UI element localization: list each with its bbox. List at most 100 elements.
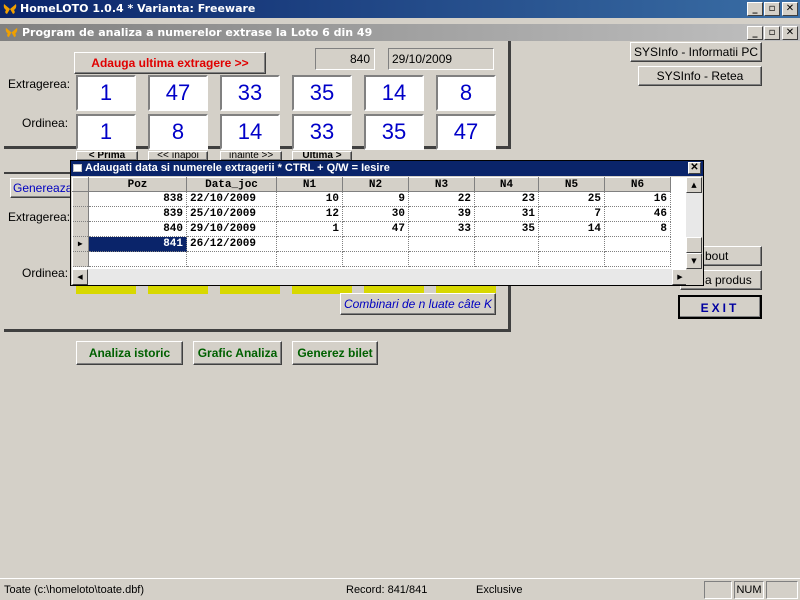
child-title: Program de analiza a numerelor extrase l… — [22, 26, 373, 39]
child-restore-button[interactable]: ▫ — [764, 26, 780, 40]
table-cell[interactable]: 26/12/2009 — [186, 236, 277, 252]
data-entry-window[interactable]: Adaugati data si numerele extragerii * C… — [70, 160, 704, 286]
record-number-field[interactable]: 840 — [315, 48, 375, 70]
column-header[interactable]: Data_joc — [186, 177, 277, 192]
butterfly-icon — [3, 4, 17, 14]
row-selector[interactable] — [72, 206, 89, 222]
status-num: NUM — [734, 581, 764, 599]
scroll-thumb[interactable] — [686, 237, 702, 253]
draw-number-6[interactable]: 8 — [436, 75, 496, 111]
table-cell[interactable] — [408, 236, 475, 252]
grid-icon — [73, 164, 82, 172]
table-cell[interactable]: 1 — [276, 221, 343, 237]
app-titlebar[interactable]: HomeLOTO 1.0.4 * Varianta: Freeware _ ▫ … — [0, 0, 800, 18]
maximize-button[interactable]: ▫ — [764, 2, 780, 16]
order-number-1[interactable]: 1 — [76, 114, 136, 150]
app-title: HomeLOTO 1.0.4 * Varianta: Freeware — [20, 2, 256, 15]
column-header[interactable]: N6 — [604, 177, 671, 192]
scroll-down-button[interactable]: ▼ — [686, 253, 702, 269]
child-close-button[interactable]: ✕ — [782, 26, 798, 40]
draw-number-4[interactable]: 35 — [292, 75, 352, 111]
data-entry-close-button[interactable]: ✕ — [688, 162, 701, 174]
scroll-left-button[interactable]: ◀ — [72, 269, 88, 285]
table-row[interactable]: 839 25/10/2009 12 30 39 31 7 46 — [72, 206, 671, 222]
column-header[interactable]: Poz — [88, 177, 187, 192]
table-cell[interactable] — [342, 236, 409, 252]
draw-number-3[interactable]: 33 — [220, 75, 280, 111]
exit-button[interactable]: EXIT — [678, 295, 762, 319]
draw-number-5[interactable]: 14 — [364, 75, 424, 111]
table-cell[interactable]: 35 — [474, 221, 539, 237]
table-cell[interactable]: 46 — [604, 206, 671, 222]
table-row-empty[interactable] — [72, 251, 671, 267]
table-cell[interactable] — [276, 236, 343, 252]
row-selector[interactable] — [72, 221, 89, 237]
table-cell[interactable]: 23 — [474, 191, 539, 207]
column-header[interactable]: N1 — [276, 177, 343, 192]
table-cell-selected[interactable]: 841 — [88, 236, 187, 252]
table-cell[interactable]: 840 — [88, 221, 187, 237]
analysis-chart-button[interactable]: Grafic Analiza — [193, 341, 282, 365]
generate-ticket-button[interactable]: Generez bilet — [292, 341, 378, 365]
order-number-3[interactable]: 14 — [220, 114, 280, 150]
data-grid[interactable]: Poz Data_joc N1 N2 N3 N4 N5 N6 838 22/10… — [72, 177, 688, 269]
table-cell[interactable] — [604, 236, 671, 252]
table-cell[interactable]: 9 — [342, 191, 409, 207]
combinations-button[interactable]: Combinari de n luate câte K — [340, 293, 496, 315]
column-header[interactable]: N4 — [474, 177, 539, 192]
table-cell[interactable]: 29/10/2009 — [186, 221, 277, 237]
order-number-5[interactable]: 35 — [364, 114, 424, 150]
column-header[interactable]: N2 — [342, 177, 409, 192]
draw-number-2[interactable]: 47 — [148, 75, 208, 111]
table-cell[interactable] — [474, 236, 539, 252]
child-minimize-button[interactable]: _ — [747, 26, 763, 40]
vertical-scrollbar[interactable]: ▲ ▼ — [686, 177, 702, 269]
table-row[interactable]: 840 29/10/2009 1 47 33 35 14 8 — [72, 221, 671, 237]
horizontal-scrollbar[interactable]: ◀ ▶ — [72, 269, 688, 285]
table-cell[interactable]: 22/10/2009 — [186, 191, 277, 207]
add-last-draw-button[interactable]: Adauga ultima extragere >> — [74, 52, 266, 74]
column-header[interactable]: N5 — [538, 177, 605, 192]
butterfly-icon — [5, 27, 18, 38]
data-entry-titlebar[interactable]: Adaugati data si numerele extragerii * C… — [71, 161, 703, 176]
table-row[interactable]: 838 22/10/2009 10 9 22 23 25 16 — [72, 191, 671, 207]
status-mode: Exclusive — [476, 584, 523, 596]
table-cell[interactable]: 31 — [474, 206, 539, 222]
minimize-button[interactable]: _ — [747, 2, 763, 16]
order-number-2[interactable]: 8 — [148, 114, 208, 150]
table-cell[interactable] — [538, 236, 605, 252]
generate-button[interactable]: Genereaza — [10, 178, 72, 198]
order-number-4[interactable]: 33 — [292, 114, 352, 150]
table-cell[interactable]: 7 — [538, 206, 605, 222]
order-number-6[interactable]: 47 — [436, 114, 496, 150]
table-cell[interactable]: 39 — [408, 206, 475, 222]
sysinfo-network-button[interactable]: SYSInfo - Retea — [638, 66, 762, 86]
draw-number-1[interactable]: 1 — [76, 75, 136, 111]
table-cell[interactable]: 47 — [342, 221, 409, 237]
table-cell[interactable]: 16 — [604, 191, 671, 207]
close-button[interactable]: ✕ — [782, 2, 798, 16]
table-cell[interactable]: 22 — [408, 191, 475, 207]
status-scroll — [766, 581, 798, 599]
column-header[interactable]: N3 — [408, 177, 475, 192]
scroll-up-button[interactable]: ▲ — [686, 177, 702, 193]
child-titlebar[interactable]: Program de analiza a numerelor extrase l… — [0, 24, 800, 41]
row-selector[interactable] — [72, 251, 89, 267]
sysinfo-pc-button[interactable]: SYSInfo - Informatii PC — [630, 42, 762, 62]
table-row-active[interactable]: ▶ 841 26/12/2009 — [72, 236, 671, 252]
table-cell[interactable]: 14 — [538, 221, 605, 237]
table-cell[interactable]: 33 — [408, 221, 475, 237]
table-cell[interactable]: 25/10/2009 — [186, 206, 277, 222]
row-selector[interactable] — [72, 191, 89, 207]
table-cell[interactable]: 10 — [276, 191, 343, 207]
table-cell[interactable]: 839 — [88, 206, 187, 222]
table-cell[interactable]: 30 — [342, 206, 409, 222]
history-analysis-button[interactable]: Analiza istoric — [76, 341, 183, 365]
draw-label: Extragerea: — [8, 77, 71, 91]
current-row-indicator[interactable]: ▶ — [72, 236, 89, 252]
table-cell[interactable]: 25 — [538, 191, 605, 207]
table-cell[interactable]: 838 — [88, 191, 187, 207]
table-cell[interactable]: 12 — [276, 206, 343, 222]
record-date-field[interactable]: 29/10/2009 — [388, 48, 494, 70]
table-cell[interactable]: 8 — [604, 221, 671, 237]
